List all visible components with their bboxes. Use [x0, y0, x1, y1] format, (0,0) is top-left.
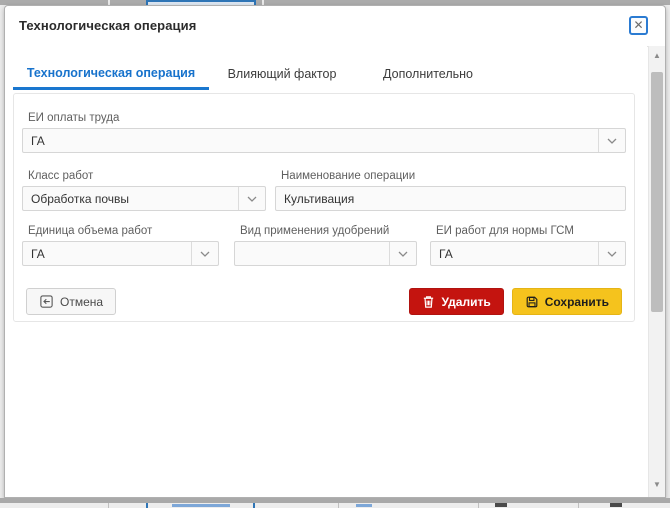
background-divider: [478, 503, 479, 508]
action-button-row: Отмена Удалить: [26, 288, 622, 315]
label-edinica-obema-rabot: Единица объема работ: [28, 225, 152, 237]
label-klass-rabot: Класс работ: [28, 170, 93, 182]
cancel-button[interactable]: Отмена: [26, 288, 116, 315]
select-vid-primeneniya-udobrenij[interactable]: [234, 241, 417, 266]
background-divider: [253, 503, 255, 508]
scroll-up-icon[interactable]: ▲: [649, 48, 665, 64]
delete-button[interactable]: Удалить: [409, 288, 503, 315]
background-divider: [338, 503, 339, 508]
select-klass-rabot[interactable]: Обработка почвы: [22, 186, 266, 211]
form-panel: ЕИ оплаты труда ГА Класс работ Обработка…: [13, 93, 635, 322]
select-edinica-obema-rabot[interactable]: ГА: [22, 241, 219, 266]
label-ei-rabot-normy-gsm: ЕИ работ для нормы ГСМ: [436, 225, 574, 237]
background-divider: [108, 503, 109, 508]
label-vid-primeneniya-udobrenij: Вид применения удобрений: [240, 225, 389, 237]
tab-additional[interactable]: Дополнительно: [355, 58, 501, 90]
chevron-down-icon[interactable]: [598, 242, 625, 265]
select-value: ГА: [23, 247, 191, 261]
select-ei-rabot-normy-gsm[interactable]: ГА: [430, 241, 626, 266]
scrollbar-thumb[interactable]: [651, 72, 663, 312]
label-naimenovanie-operacii: Наименование операции: [281, 170, 415, 182]
dialog-content: Технологическая операция Влияющий фактор…: [5, 46, 647, 497]
background-sum-fragment: [495, 503, 507, 507]
select-ei-oplaty-truda[interactable]: ГА: [22, 128, 626, 153]
vertical-scrollbar[interactable]: ▲ ▼: [648, 46, 665, 497]
tab-bar: Технологическая операция Влияющий фактор…: [13, 58, 501, 90]
save-button-label: Сохранить: [545, 295, 609, 309]
background-divider: [578, 503, 579, 508]
select-value: ГА: [431, 247, 598, 261]
select-value: Обработка почвы: [23, 192, 238, 206]
trash-icon: [422, 295, 435, 309]
cancel-button-label: Отмена: [60, 295, 103, 309]
background-divider: [146, 503, 148, 508]
scroll-down-icon[interactable]: ▼: [649, 477, 665, 493]
primary-buttons-group: Удалить Сохранить: [409, 288, 622, 315]
label-ei-oplaty-truda: ЕИ оплаты труда: [28, 112, 119, 124]
background-text-fragment: [356, 504, 372, 507]
close-icon[interactable]: ✕: [629, 16, 648, 35]
tab-technological-operation[interactable]: Технологическая операция: [13, 58, 209, 90]
dialog-header: Технологическая операция ✕: [5, 6, 665, 47]
background-sum-fragment: [610, 503, 622, 507]
delete-button-label: Удалить: [441, 295, 490, 309]
chevron-down-icon[interactable]: [598, 129, 625, 152]
dialog-title: Технологическая операция: [19, 6, 196, 46]
save-floppy-icon: [525, 295, 539, 309]
save-button[interactable]: Сохранить: [512, 288, 622, 315]
background-page-bottom-fragment: [0, 503, 670, 508]
operation-name-input[interactable]: [275, 186, 626, 211]
chevron-down-icon[interactable]: [238, 187, 265, 210]
back-arrow-icon: [39, 294, 54, 309]
select-value: ГА: [23, 134, 598, 148]
background-text-fragment: [172, 504, 230, 507]
technological-operation-dialog: Технологическая операция ✕ ▲ ▼ Технологи…: [4, 5, 666, 498]
chevron-down-icon[interactable]: [389, 242, 416, 265]
chevron-down-icon[interactable]: [191, 242, 218, 265]
tab-influencing-factor[interactable]: Влияющий фактор: [209, 58, 355, 90]
